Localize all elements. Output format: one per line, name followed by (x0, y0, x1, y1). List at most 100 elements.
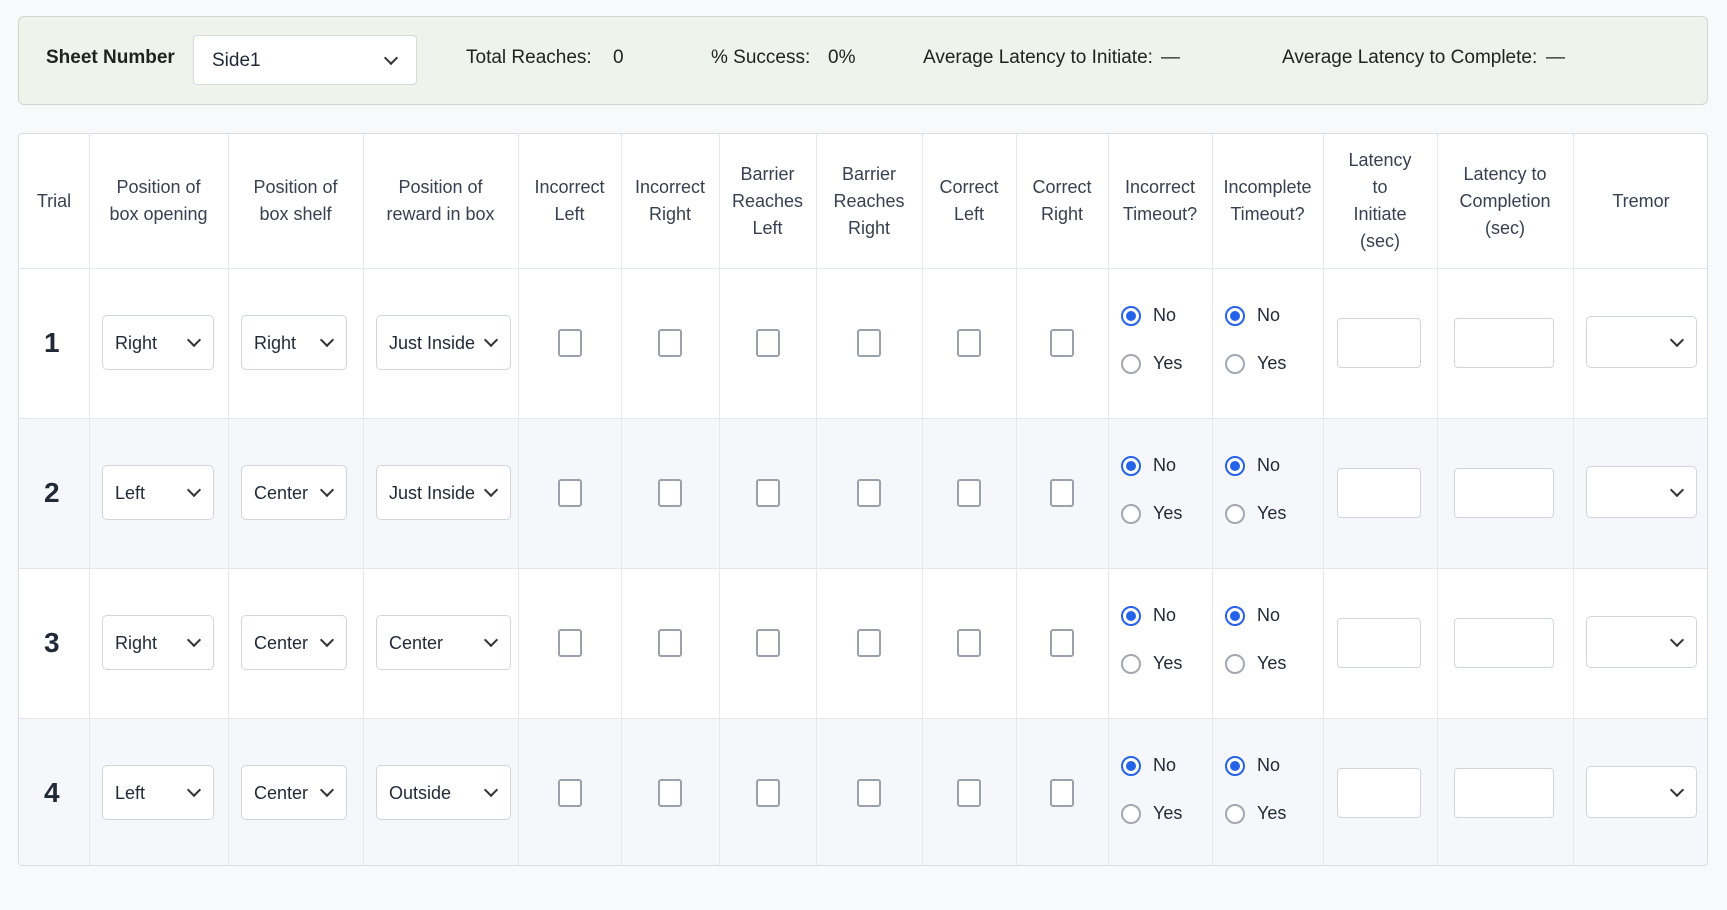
chevron-down-icon (483, 632, 499, 648)
box-opening-select[interactable]: Left (102, 765, 214, 820)
incomplete-timeout-yes-radio[interactable] (1225, 654, 1245, 674)
barrier-reaches-left-checkbox[interactable] (755, 329, 780, 357)
select-value: Left (115, 783, 146, 803)
incorrect-timeout-no-radio[interactable] (1121, 456, 1141, 476)
reward-position-select[interactable]: Outside (376, 765, 511, 820)
box-opening-select[interactable]: Left (102, 465, 214, 520)
select-value: Center (254, 633, 309, 653)
incomplete-timeout-no-label: No (1257, 455, 1281, 475)
barrier-reaches-right-checkbox[interactable] (857, 629, 881, 657)
column-header: Trial (36, 190, 72, 211)
select-value: Left (115, 483, 146, 503)
incorrect-left-checkbox[interactable] (557, 479, 582, 507)
barrier-reaches-left-checkbox[interactable] (755, 629, 780, 657)
box-opening-select[interactable]: Right (102, 315, 214, 370)
select-value: Center (254, 783, 309, 803)
trials-table: Trial Position of box opening Position of … (18, 133, 1708, 866)
incomplete-timeout-no-radio[interactable] (1225, 606, 1245, 626)
row-divider (19, 568, 1707, 569)
incomplete-timeout-no-radio[interactable] (1225, 306, 1245, 326)
barrier-reaches-right-checkbox[interactable] (857, 779, 881, 807)
latency-initiate-input[interactable] (1337, 468, 1421, 518)
tremor-select[interactable] (1586, 316, 1697, 368)
box-opening-select[interactable]: Right (102, 615, 214, 670)
incorrect-timeout-yes-radio[interactable] (1121, 804, 1141, 824)
incorrect-left-checkbox[interactable] (557, 629, 582, 657)
box-shelf-select[interactable]: Center (241, 465, 347, 520)
incorrect-timeout-yes-radio[interactable] (1121, 654, 1141, 674)
correct-right-checkbox[interactable] (1050, 779, 1074, 807)
select-value: Right (115, 333, 158, 353)
box-shelf-select[interactable]: Center (241, 765, 347, 820)
select-value: Center (254, 483, 309, 503)
barrier-reaches-right-checkbox[interactable] (857, 329, 881, 357)
incomplete-timeout-yes-label: Yes (1257, 653, 1287, 673)
incorrect-left-checkbox[interactable] (557, 329, 582, 357)
incorrect-right-checkbox[interactable] (658, 329, 682, 357)
chevron-down-icon (186, 782, 202, 798)
correct-right-checkbox[interactable] (1050, 329, 1074, 357)
chevron-down-icon (1669, 332, 1685, 348)
incorrect-timeout-yes-radio[interactable] (1121, 504, 1141, 524)
incorrect-timeout-yes-label: Yes (1153, 803, 1183, 823)
latency-completion-input[interactable] (1454, 318, 1554, 368)
incorrect-right-checkbox[interactable] (658, 779, 682, 807)
correct-left-checkbox[interactable] (957, 629, 981, 657)
incorrect-timeout-no-radio[interactable] (1121, 306, 1141, 326)
correct-left-checkbox[interactable] (957, 779, 981, 807)
barrier-reaches-right-checkbox[interactable] (857, 479, 881, 507)
incorrect-timeout-yes-radio[interactable] (1121, 354, 1141, 374)
correct-left-checkbox[interactable] (957, 479, 981, 507)
sheet-number-select[interactable]: Side1 (193, 35, 417, 85)
barrier-reaches-left-checkbox[interactable] (755, 479, 780, 507)
column-header: Barrier Reaches Left (731, 163, 804, 238)
incorrect-right-checkbox[interactable] (658, 629, 682, 657)
chevron-down-icon (1669, 632, 1685, 648)
select-value: Center (389, 633, 444, 653)
avg-latency-complete-label: Average Latency to Complete: (1282, 47, 1538, 68)
reward-position-select[interactable]: Center (376, 615, 511, 670)
barrier-reaches-left-checkbox[interactable] (755, 779, 780, 807)
incomplete-timeout-yes-radio[interactable] (1225, 504, 1245, 524)
incorrect-timeout-no-label: No (1153, 755, 1177, 775)
latency-completion-input[interactable] (1454, 768, 1554, 818)
sheet-number-value: Side1 (212, 50, 261, 71)
chevron-down-icon (483, 332, 499, 348)
select-value: Right (115, 633, 158, 653)
latency-initiate-input[interactable] (1337, 318, 1421, 368)
incomplete-timeout-no-radio[interactable] (1225, 756, 1245, 776)
latency-initiate-input[interactable] (1337, 768, 1421, 818)
tremor-select[interactable] (1586, 616, 1697, 668)
box-shelf-select[interactable]: Right (241, 315, 347, 370)
incorrect-right-checkbox[interactable] (658, 479, 682, 507)
row-divider (19, 418, 1707, 419)
latency-initiate-input[interactable] (1337, 618, 1421, 668)
tremor-select[interactable] (1586, 466, 1697, 518)
box-shelf-select[interactable]: Center (241, 615, 347, 670)
row-divider (19, 268, 1707, 269)
incomplete-timeout-yes-radio[interactable] (1225, 804, 1245, 824)
tremor-select[interactable] (1586, 766, 1697, 818)
latency-completion-input[interactable] (1454, 468, 1554, 518)
select-value: Right (254, 333, 297, 353)
column-header: Incorrect Timeout? (1122, 177, 1198, 224)
correct-left-checkbox[interactable] (957, 329, 981, 357)
incorrect-timeout-no-radio[interactable] (1121, 756, 1141, 776)
chevron-down-icon (319, 632, 335, 648)
column-header: Incorrect Left (534, 177, 605, 224)
incomplete-timeout-no-radio[interactable] (1225, 456, 1245, 476)
correct-right-checkbox[interactable] (1050, 629, 1074, 657)
incomplete-timeout-yes-radio[interactable] (1225, 354, 1245, 374)
incomplete-timeout-yes-label: Yes (1257, 353, 1287, 373)
incorrect-timeout-no-radio[interactable] (1121, 606, 1141, 626)
select-value: Outside (389, 783, 452, 803)
reward-position-select[interactable]: Just Inside (376, 465, 511, 520)
reward-position-select[interactable]: Just Inside (376, 315, 511, 370)
latency-completion-input[interactable] (1454, 618, 1554, 668)
chevron-down-icon (1669, 482, 1685, 498)
column-header: Position of box shelf (253, 177, 338, 224)
correct-right-checkbox[interactable] (1050, 479, 1074, 507)
incorrect-left-checkbox[interactable] (557, 779, 582, 807)
trial-number: 4 (44, 777, 60, 808)
incorrect-timeout-yes-label: Yes (1153, 353, 1183, 373)
